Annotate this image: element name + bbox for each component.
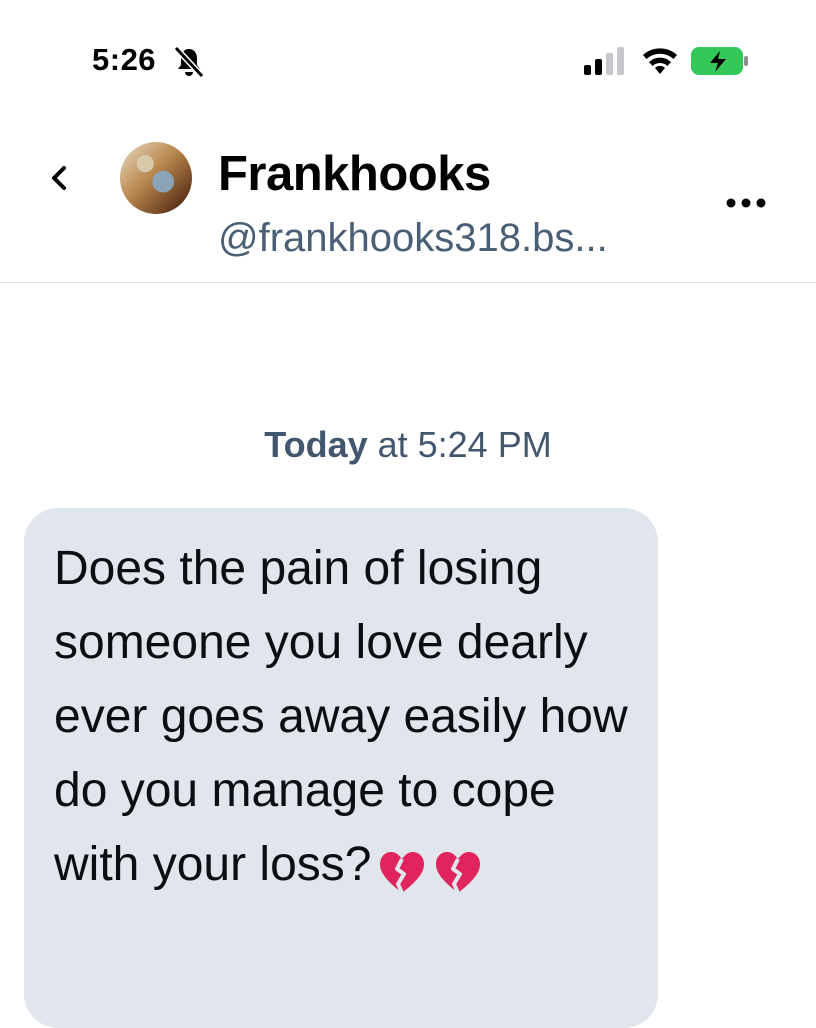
timestamp-day: Today <box>264 424 368 465</box>
contact-display-name[interactable]: Frankhooks <box>218 146 491 202</box>
message-content: Does the pain of losing someone you love… <box>54 532 644 908</box>
broken-heart-icon <box>436 852 481 895</box>
contact-handle[interactable]: @frankhooks318.bs... <box>218 216 608 261</box>
cellular-signal-icon <box>584 47 624 75</box>
broken-heart-icon <box>380 852 425 895</box>
wifi-icon <box>643 48 677 74</box>
battery-charging-icon <box>691 47 748 75</box>
message-text: Does the pain of losing someone you love… <box>54 542 628 891</box>
avatar[interactable] <box>120 142 192 214</box>
message-bubble[interactable]: Does the pain of losing someone you love… <box>24 508 658 1028</box>
status-time: 5:26 <box>92 42 157 77</box>
chevron-left-icon[interactable] <box>44 158 74 198</box>
conversation-header: Frankhooks @frankhooks318.bs... <box>0 110 816 283</box>
message-timestamp: Today at 5:24 PM <box>0 424 816 466</box>
message-emoji <box>371 834 483 908</box>
status-bar: 5:26 <box>0 0 816 110</box>
timestamp-time: at 5:24 PM <box>367 424 552 465</box>
bell-muted-icon <box>173 46 205 78</box>
ellipsis-icon[interactable] <box>724 196 768 210</box>
